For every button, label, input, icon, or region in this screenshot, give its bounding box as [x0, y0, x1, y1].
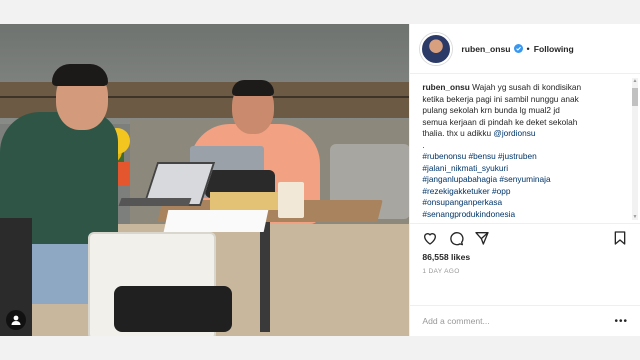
- caption-line: ketika bekerja pagi ini sambil nunggu an…: [422, 93, 579, 104]
- heart-icon[interactable]: [422, 230, 438, 246]
- scroll-up-icon[interactable]: ▲: [632, 78, 638, 84]
- caption-area: ruben_onsu Wajah yg susah di kondisikan …: [410, 74, 640, 224]
- caption-scrollbar[interactable]: ▲ ▼: [632, 78, 638, 220]
- photo-drink-glass: [278, 182, 304, 218]
- photo-box: [210, 192, 280, 210]
- post-photo[interactable]: [0, 24, 410, 336]
- share-icon[interactable]: [474, 230, 490, 246]
- likes-count[interactable]: 86,558 likes: [410, 252, 640, 266]
- avatar[interactable]: [420, 32, 453, 65]
- post-header: ruben_onsu • Following: [410, 24, 640, 74]
- following-button[interactable]: Following: [534, 44, 574, 54]
- photo-laptop-left-base: [118, 198, 192, 206]
- caption-hashtags[interactable]: #janganlupabahagia #senyuminaja: [422, 174, 550, 184]
- action-bar: [410, 224, 640, 252]
- caption: ruben_onsu Wajah yg susah di kondisikan …: [422, 82, 626, 220]
- caption-hashtags[interactable]: #senangprodukindonesia: [422, 209, 515, 219]
- comment-input[interactable]: Add a comment...: [422, 316, 614, 326]
- caption-line: pulang sekolah krn bunda lg mual2 jd: [422, 105, 560, 115]
- comment-box: Add a comment... •••: [410, 305, 640, 336]
- caption-hashtags[interactable]: #onsupanganperkasa: [422, 197, 502, 207]
- photo-papers: [163, 210, 269, 232]
- user-tag-icon[interactable]: [6, 310, 26, 330]
- photo-drink-bottle: [118, 162, 130, 186]
- header-username[interactable]: ruben_onsu: [461, 44, 510, 54]
- caption-hashtags[interactable]: #rubenonsu #bensu #justruben: [422, 151, 536, 161]
- caption-line: Wajah yg susah di kondisikan: [472, 82, 582, 92]
- photo-man-left-hair: [52, 64, 108, 86]
- caption-line: thalia. thx u adikku: [422, 128, 492, 138]
- caption-line: semua kerjaan di pindah ke deket sekolah: [422, 116, 578, 127]
- caption-hashtags[interactable]: #jalani_nikmati_syukuri: [422, 163, 508, 173]
- post-timestamp: 1 DAY AGO: [422, 268, 460, 275]
- header-separator: •: [526, 43, 530, 54]
- comment-icon[interactable]: [448, 230, 464, 246]
- instagram-post: ruben_onsu • Following ruben_onsu Wajah …: [0, 24, 640, 336]
- photo-table-leg: [260, 222, 270, 332]
- photo-man-right-hair: [232, 80, 274, 96]
- photo-chair-bag: [114, 286, 232, 332]
- more-icon[interactable]: •••: [614, 316, 628, 327]
- caption-username[interactable]: ruben_onsu: [422, 82, 469, 92]
- bookmark-icon[interactable]: [612, 230, 628, 246]
- caption-line: .: [422, 139, 425, 150]
- verified-badge-icon: [513, 44, 523, 53]
- scrollbar-thumb[interactable]: [632, 88, 638, 106]
- post-sidebar: ruben_onsu • Following ruben_onsu Wajah …: [409, 24, 640, 336]
- scroll-down-icon[interactable]: ▼: [632, 214, 638, 220]
- caption-mention[interactable]: @jordionsu: [493, 128, 535, 138]
- caption-hashtags[interactable]: #rezekigakketuker #opp: [422, 186, 510, 196]
